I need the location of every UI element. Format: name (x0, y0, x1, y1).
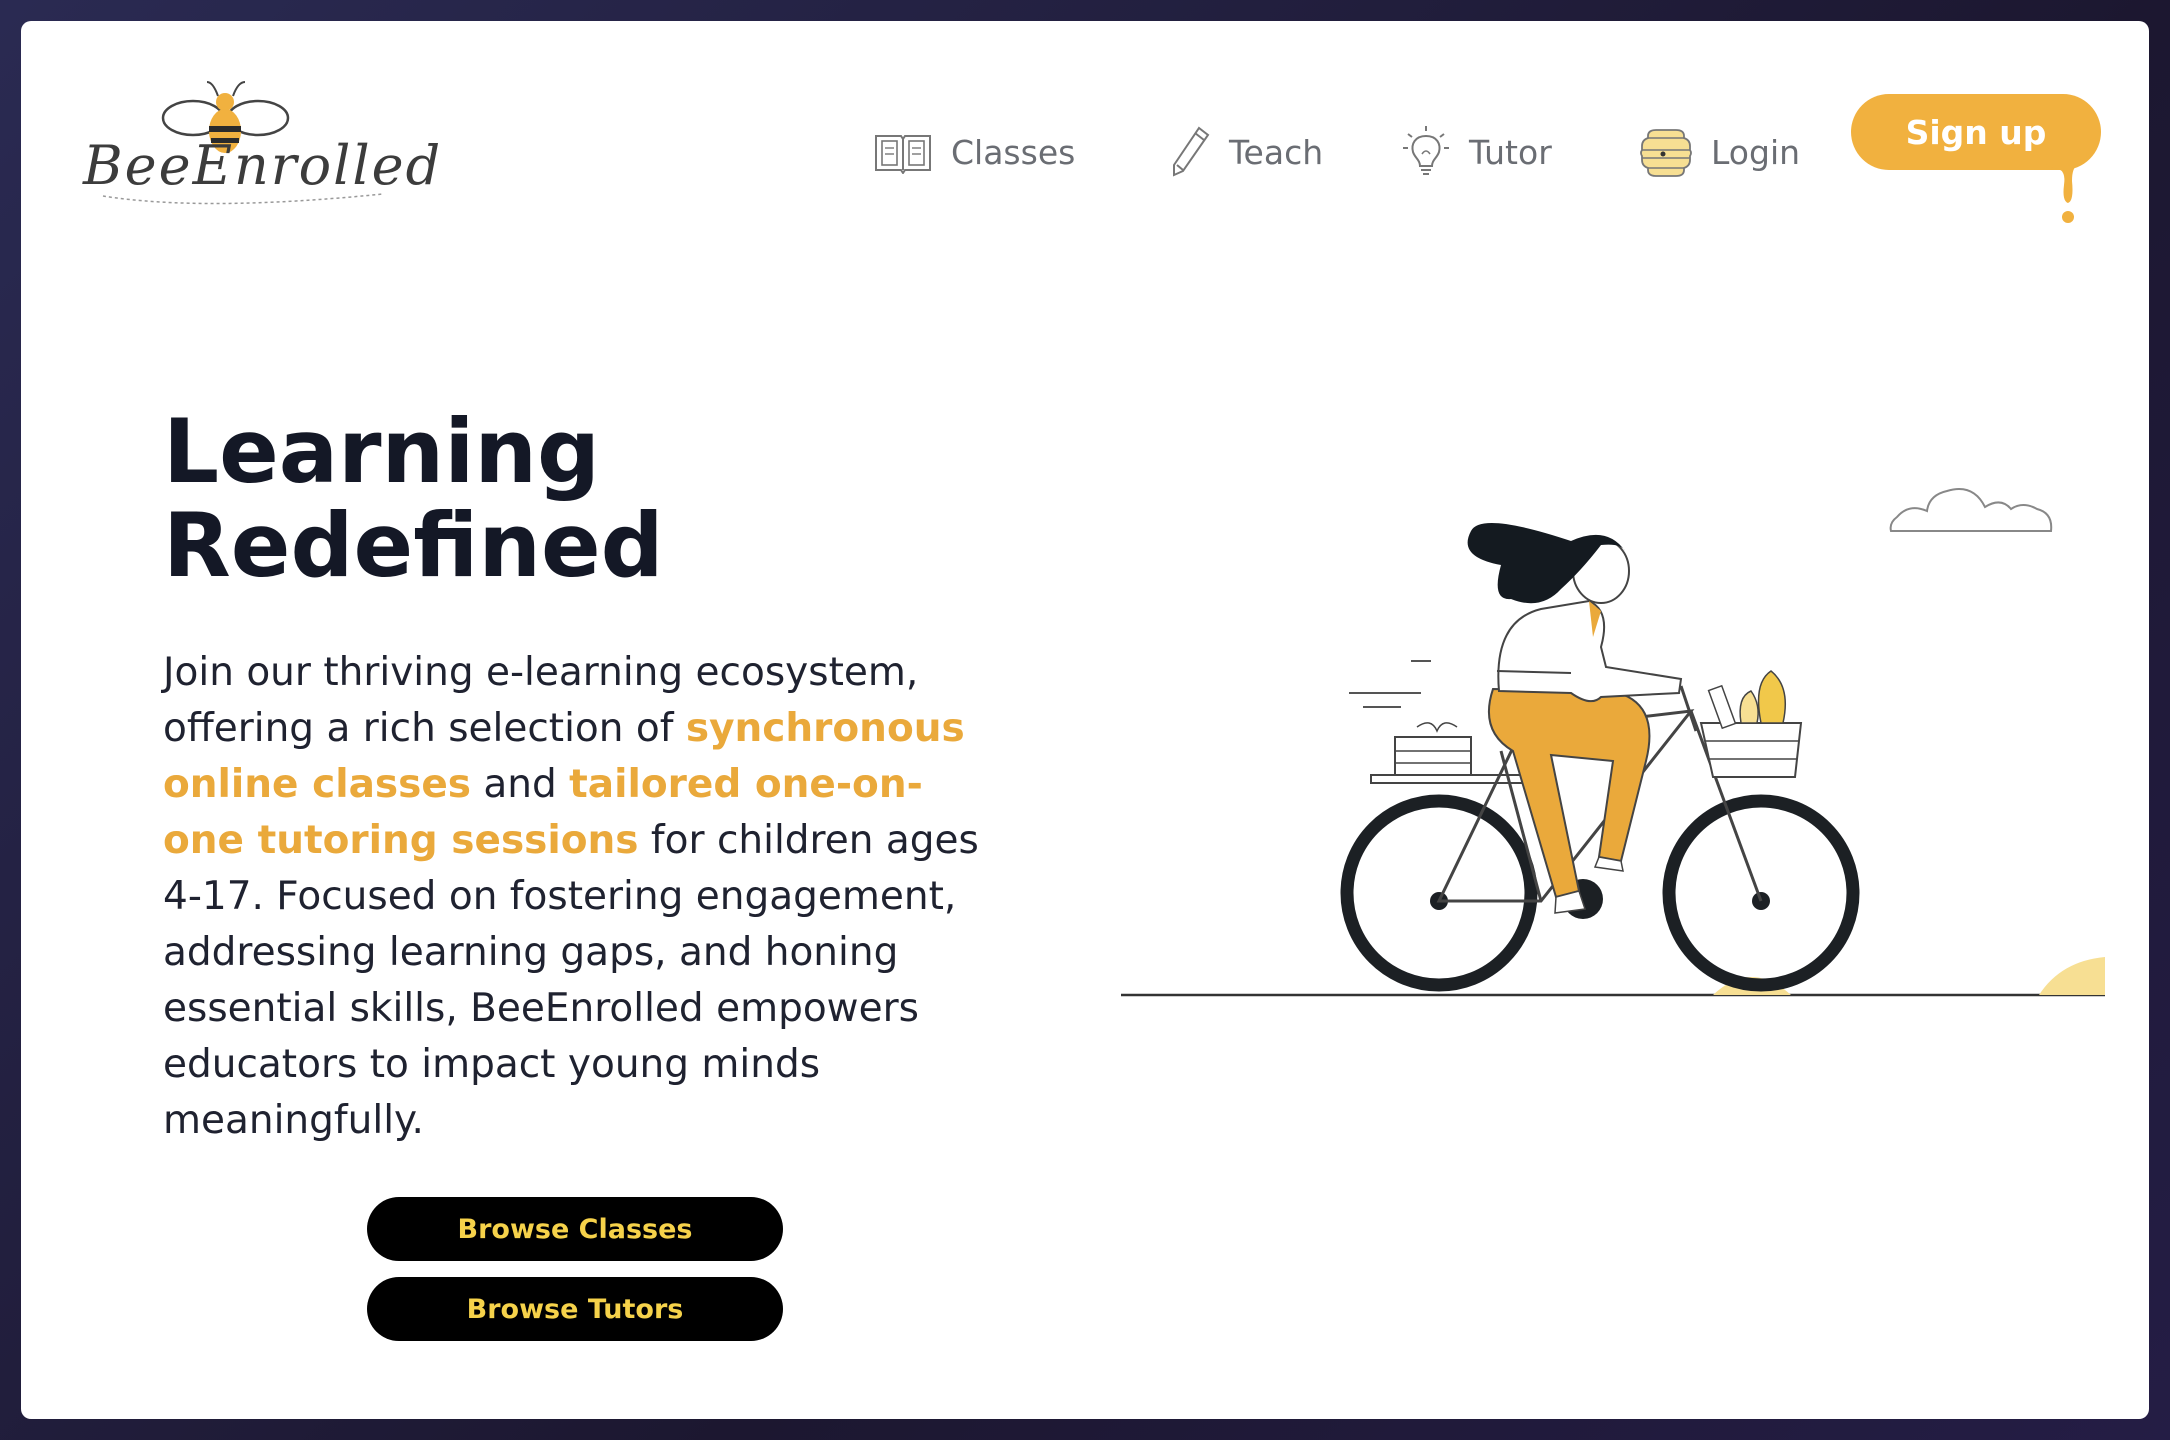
hero-description: Join our thriving e-learning ecosystem, … (163, 645, 993, 1149)
page-frame: BeeEnrolled Classes Teach Tutor Login Si… (21, 21, 2149, 1419)
hero-title: Learning Redefined (163, 405, 863, 593)
browse-classes-button[interactable]: Browse Classes (367, 1197, 783, 1261)
nav-tutor-label: Tutor (1469, 132, 1552, 172)
hero-title-line1: Learning (163, 400, 600, 503)
browse-tutors-button[interactable]: Browse Tutors (367, 1277, 783, 1341)
nav-login-label: Login (1711, 132, 1801, 172)
nav-tutor[interactable]: Tutor (1401, 117, 1552, 187)
book-icon (875, 135, 931, 174)
nav-classes-label: Classes (951, 132, 1076, 172)
hero-desc-part3: for children ages 4-17. Focused on foste… (163, 818, 979, 1143)
pencil-icon (1173, 126, 1210, 177)
cyclist-illustration (1121, 488, 2105, 997)
lightbulb-icon (1403, 126, 1449, 175)
hero-title-line2: Redefined (163, 494, 664, 597)
nav-teach[interactable]: Teach (1169, 117, 1323, 187)
nav-teach-label: Teach (1229, 132, 1324, 172)
main-nav: Classes Teach Tutor Login (21, 117, 2149, 187)
nav-login[interactable]: Login (1639, 117, 1800, 187)
beehive-icon (1640, 129, 1692, 177)
hero-desc-part2: and (470, 762, 570, 807)
nav-classes[interactable]: Classes (873, 117, 1075, 187)
honey-drip-icon (2036, 151, 2087, 223)
